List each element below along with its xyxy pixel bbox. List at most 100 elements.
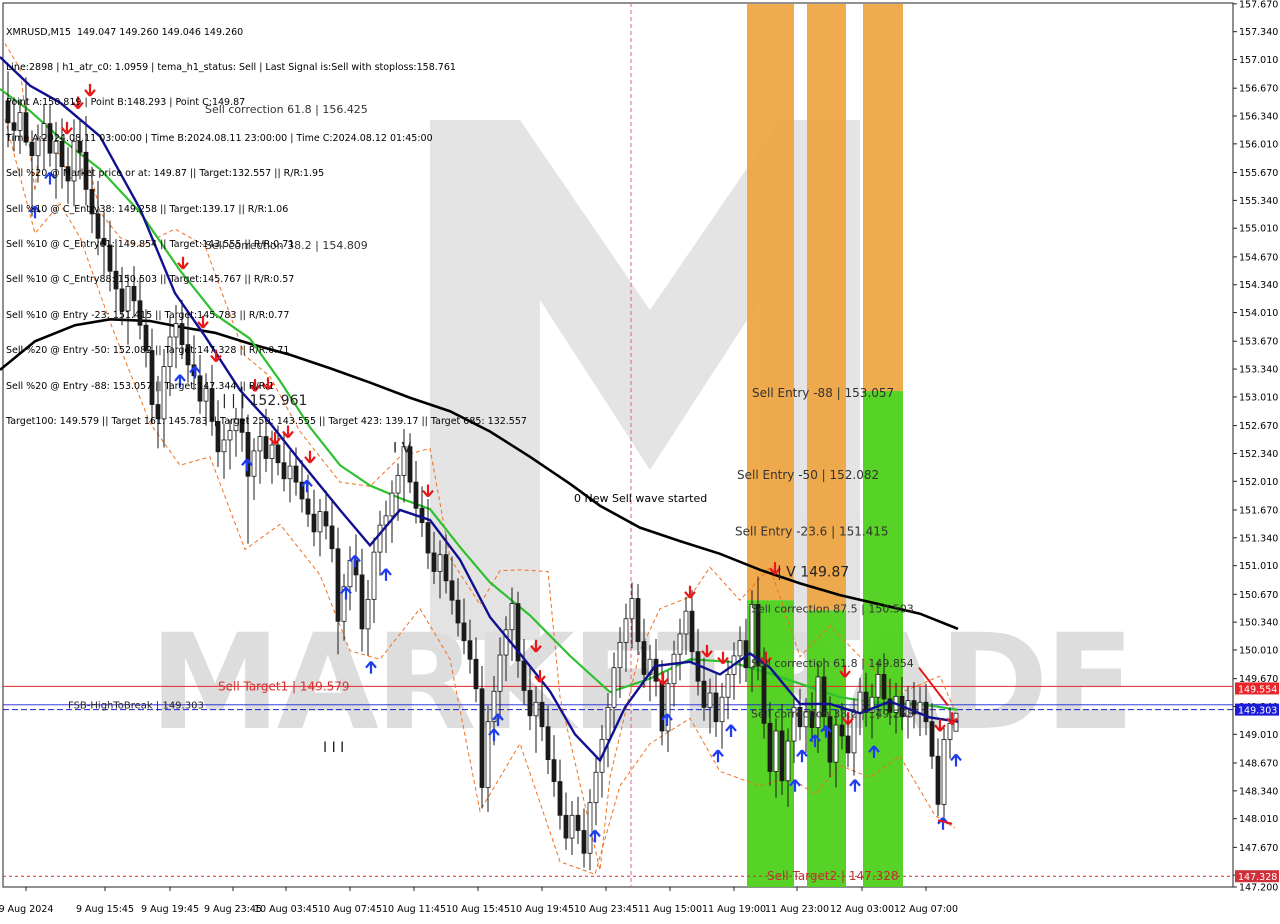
candle-body [923, 701, 929, 723]
candle-body [203, 388, 209, 402]
candle-body [653, 658, 659, 682]
x-tick-label: 11 Aug 23:00 [765, 904, 829, 915]
zone-green-3 [863, 391, 903, 887]
x-tick-label: 9 Aug 2024 [0, 904, 53, 915]
candle-body [587, 802, 593, 854]
annotation-label: Sell Entry -23.6 | 151.415 [735, 524, 889, 538]
candle-body [419, 507, 425, 524]
candle-body [227, 430, 233, 441]
annotation-label: Sell correction 38.2 | 154.809 [205, 239, 368, 252]
x-tick-label: 10 Aug 19:45 [510, 904, 574, 915]
x-tick-label: 9 Aug 15:45 [76, 904, 134, 915]
candle-body [47, 123, 53, 154]
candle-body [575, 814, 581, 831]
candle-body [389, 492, 395, 517]
candle-body [455, 599, 461, 624]
y-tick-label: 150.340 [1239, 618, 1278, 629]
candle-body [131, 286, 137, 302]
candle-body [137, 300, 143, 326]
candle-body [947, 722, 953, 740]
annotation-label: Sell correction 38.2 | 149.258 [751, 707, 914, 720]
candle-body [707, 692, 713, 708]
y-tick-label: 147.200 [1239, 883, 1278, 894]
candle-body [173, 323, 179, 338]
candle-body [371, 551, 377, 600]
annotation-label: | V 149.87 [777, 564, 849, 580]
candle-body [521, 660, 527, 691]
candle-body [71, 140, 77, 182]
candle-body [323, 511, 329, 527]
candle-body [785, 740, 791, 782]
candle-body [395, 474, 401, 494]
y-tick-label: 153.340 [1239, 365, 1278, 376]
y-tick-label: 148.670 [1239, 759, 1278, 770]
candle-body [563, 814, 569, 839]
price-tag: 149.554 [1235, 682, 1279, 695]
price-tag-label: 147.328 [1238, 872, 1277, 883]
candle-body [641, 641, 647, 675]
candle-body [185, 344, 191, 366]
y-tick-label: 151.670 [1239, 505, 1278, 516]
candle-body [623, 618, 629, 643]
candle-body [827, 716, 833, 763]
candle-body [287, 465, 293, 480]
candle-body [467, 640, 473, 660]
y-tick-label: 147.670 [1239, 843, 1278, 854]
candle-body [41, 123, 47, 140]
candle-body [689, 610, 695, 653]
candle-body [539, 701, 545, 728]
candle-body [617, 641, 623, 669]
candle-body [275, 444, 281, 464]
chart-canvas: MARKETRADESell correction 61.8 | 156.425… [0, 0, 1279, 915]
candle-body [557, 781, 563, 816]
price-tag-label: 149.554 [1238, 684, 1277, 695]
y-tick-label: 150.670 [1239, 590, 1278, 601]
candle-body [215, 420, 221, 453]
candle-body [17, 112, 23, 131]
x-axis: 9 Aug 2024 9 Aug 15:45 9 Aug 19:45 9 Aug 23… [0, 887, 958, 915]
candle-body [149, 350, 155, 405]
candle-body [431, 552, 437, 572]
candle-body [725, 674, 731, 698]
annotation-label: | | | 152.961 [222, 393, 307, 409]
annotation-label: I I I [323, 740, 344, 756]
candle-body [347, 560, 353, 588]
candle-body [605, 706, 611, 740]
candle-body [197, 375, 203, 402]
candle-body [425, 522, 431, 554]
candle-body [737, 640, 743, 657]
level-line-label: FSB-HighToBreak | 149.303 [68, 701, 204, 712]
candle-body [635, 598, 641, 642]
y-tick-label: 149.010 [1239, 730, 1278, 741]
y-tick-label: 148.010 [1239, 814, 1278, 825]
candle-body [35, 138, 41, 157]
y-tick-label: 155.010 [1239, 224, 1278, 235]
candle-body [257, 436, 263, 452]
candle-body [209, 388, 215, 422]
annotation-label: Sell correction 87.5 | 150.503 [751, 602, 914, 615]
y-tick-label: 156.010 [1239, 139, 1278, 150]
candle-body [875, 674, 881, 698]
candle-body [671, 653, 677, 685]
x-tick-label: 9 Aug 19:45 [141, 904, 199, 915]
y-tick-label: 157.340 [1239, 27, 1278, 38]
x-tick-label: 11 Aug 15:00 [638, 904, 702, 915]
y-tick-label: 152.670 [1239, 421, 1278, 432]
annotation-label: I V [393, 440, 412, 456]
candle-body [701, 680, 707, 708]
candle-body [437, 554, 443, 572]
y-tick-label: 155.340 [1239, 196, 1278, 207]
y-tick-label: 154.010 [1239, 308, 1278, 319]
candle-body [509, 603, 515, 631]
candle-body [95, 213, 101, 239]
candle-body [155, 404, 161, 420]
candle-body [527, 690, 533, 717]
candle-body [221, 439, 227, 453]
y-tick-label: 157.010 [1239, 55, 1278, 66]
candle-body [713, 692, 719, 723]
candle-body [581, 830, 587, 854]
x-tick-label: 10 Aug 07:45 [318, 904, 382, 915]
candle-body [929, 721, 935, 757]
x-tick-label: 11 Aug 19:00 [702, 904, 766, 915]
candle-body [413, 481, 419, 509]
